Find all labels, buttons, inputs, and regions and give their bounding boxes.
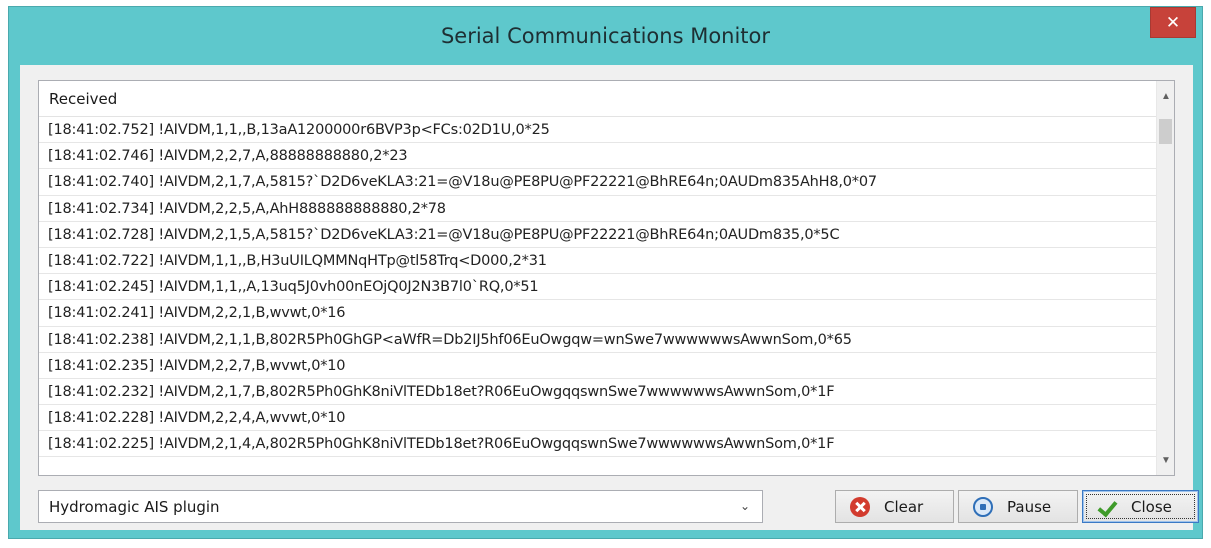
log-row[interactable]: [18:41:02.241] !AIVDM,2,2,1,B,wvwt,0*16 [39, 300, 1157, 327]
log-row[interactable]: [18:41:02.722] !AIVDM,1,1,,B,H3uUILQMMNq… [39, 248, 1157, 275]
log-row[interactable]: [18:41:02.740] !AIVDM,2,1,7,A,5815?`D2D6… [39, 169, 1157, 196]
title-bar[interactable]: Serial Communications Monitor ✕ [9, 7, 1202, 65]
log-rows: [18:41:02.752] !AIVDM,1,1,,B,13aA1200000… [39, 117, 1157, 475]
log-row[interactable]: [18:41:02.752] !AIVDM,1,1,,B,13aA1200000… [39, 117, 1157, 144]
log-row[interactable]: [18:41:02.235] !AIVDM,2,2,7,B,wvwt,0*10 [39, 353, 1157, 379]
dialog-client-area: Received [18:41:02.752] !AIVDM,1,1,,B,13… [20, 65, 1199, 530]
vertical-scrollbar[interactable]: ▲ ▼ [1156, 81, 1174, 475]
log-column-header[interactable]: Received [39, 81, 1157, 117]
log-row[interactable]: [18:41:02.728] !AIVDM,2,1,5,A,5815?`D2D6… [39, 222, 1157, 248]
scroll-down-arrow-icon[interactable]: ▼ [1157, 451, 1175, 469]
clear-button-label: Clear [884, 497, 924, 516]
pause-button[interactable]: Pause [958, 490, 1078, 523]
chevron-down-icon[interactable]: ⌄ [738, 499, 752, 513]
scroll-up-arrow-icon[interactable]: ▲ [1157, 87, 1175, 105]
scrollbar-thumb[interactable] [1159, 119, 1172, 144]
log-row[interactable]: [18:41:02.238] !AIVDM,2,1,1,B,802R5Ph0Gh… [39, 327, 1157, 353]
plugin-dropdown[interactable]: Hydromagic AIS plugin ⌄ [38, 490, 763, 523]
checkmark-icon [1097, 497, 1117, 517]
plugin-dropdown-value: Hydromagic AIS plugin [49, 497, 220, 516]
log-row[interactable]: [18:41:02.228] !AIVDM,2,2,4,A,wvwt,0*10 [39, 405, 1157, 432]
log-row[interactable]: [18:41:02.734] !AIVDM,2,2,5,A,AhH8888888… [39, 196, 1157, 222]
log-row[interactable]: [18:41:02.232] !AIVDM,2,1,7,B,802R5Ph0Gh… [39, 379, 1157, 406]
close-button[interactable]: Close [1082, 490, 1199, 523]
serial-monitor-window: Serial Communications Monitor ✕ Received… [8, 6, 1203, 539]
received-log-list[interactable]: Received [18:41:02.752] !AIVDM,1,1,,B,13… [38, 80, 1175, 476]
clear-icon [850, 496, 870, 517]
close-icon: ✕ [1165, 12, 1181, 33]
window-title: Serial Communications Monitor [440, 24, 771, 48]
clear-button[interactable]: Clear [835, 490, 954, 523]
pause-button-label: Pause [1007, 497, 1052, 516]
log-row[interactable]: [18:41:02.225] !AIVDM,2,1,4,A,802R5Ph0Gh… [39, 431, 1157, 458]
pause-icon [973, 496, 993, 517]
log-row[interactable]: [18:41:02.746] !AIVDM,2,2,7,A,8888888888… [39, 143, 1157, 170]
window-close-button[interactable]: ✕ [1150, 7, 1196, 38]
log-row[interactable]: [18:41:02.245] !AIVDM,1,1,,A,13uq5J0vh00… [39, 274, 1157, 301]
